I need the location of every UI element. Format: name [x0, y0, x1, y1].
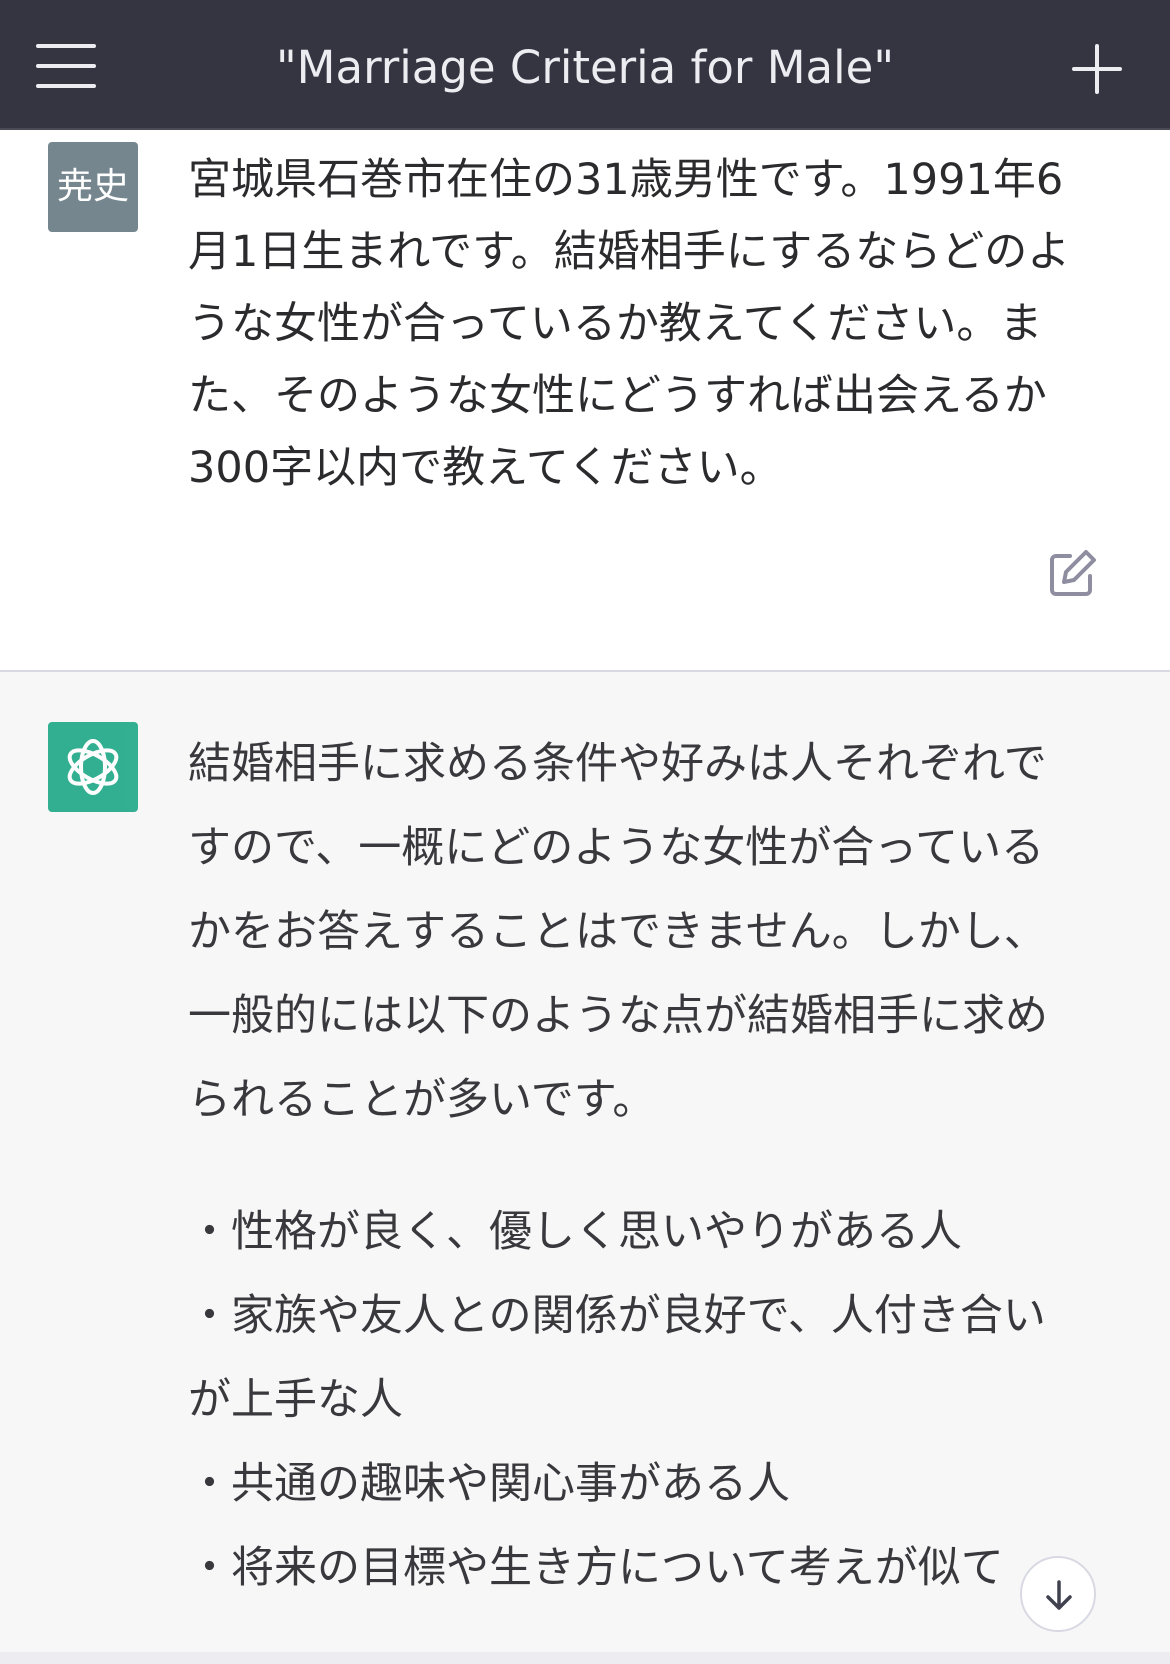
assistant-line: かをお答えすることはできません。しかし、	[188, 907, 1047, 957]
assistant-message-text: 結婚相手に求める条件や好みは人それぞれで すので、一概にどのような女性が合ってい…	[188, 722, 1118, 1610]
openai-logo-icon	[48, 722, 138, 812]
assistant-bullet-line: ・共通の趣味や関心事がある人	[188, 1459, 790, 1509]
conversation-title: "Marriage Criteria for Male"	[275, 41, 895, 94]
user-message-block: 尭史 宮城県石巻市在住の31歳男性です。1991年6 月1日生まれです。結婚相手…	[0, 130, 1170, 672]
assistant-message-block: 結婚相手に求める条件や好みは人それぞれで すので、一概にどのような女性が合ってい…	[0, 672, 1170, 1664]
top-navigation-bar: "Marriage Criteria for Male"	[0, 0, 1170, 130]
assistant-line: られることが多いです。	[188, 1075, 656, 1125]
assistant-bullet-line: ・将来の目標や生き方について考えが似て	[188, 1543, 1004, 1593]
user-message-line: 宮城県石巻市在住の31歳男性です。1991年6	[188, 155, 1064, 205]
assistant-bullet-line: ・性格が良く、優しく思いやりがある人	[188, 1207, 962, 1257]
assistant-line: 結婚相手に求める条件や好みは人それぞれで	[188, 739, 1047, 789]
arrow-down-icon	[1046, 1580, 1072, 1610]
user-message-line: 月1日生まれです。結婚相手にするならどのよ	[188, 227, 1071, 277]
new-chat-plus-icon[interactable]	[1072, 44, 1122, 94]
hamburger-menu-icon[interactable]	[36, 44, 96, 88]
user-message-line: た、そのような女性にどうすれば出会えるか	[188, 371, 1047, 421]
user-avatar: 尭史	[48, 142, 138, 232]
assistant-bullet-line: が上手な人	[188, 1375, 403, 1425]
user-message-line: うな女性が合っているか教えてください。ま	[188, 299, 1043, 349]
assistant-bullet-line: ・家族や友人との関係が良好で、人付き合い	[188, 1291, 1046, 1341]
assistant-line: 一般的には以下のような点が結婚相手に求め	[188, 991, 1048, 1041]
edit-icon[interactable]	[1046, 546, 1100, 600]
scroll-to-bottom-button[interactable]	[1020, 1556, 1096, 1632]
assistant-line: すので、一概にどのような女性が合っている	[188, 823, 1045, 873]
user-message-line: 300字以内で教えてください。	[188, 443, 783, 493]
bottom-divider	[0, 1652, 1170, 1664]
user-message-text: 宮城県石巻市在住の31歳男性です。1991年6 月1日生まれです。結婚相手にする…	[188, 144, 1108, 504]
